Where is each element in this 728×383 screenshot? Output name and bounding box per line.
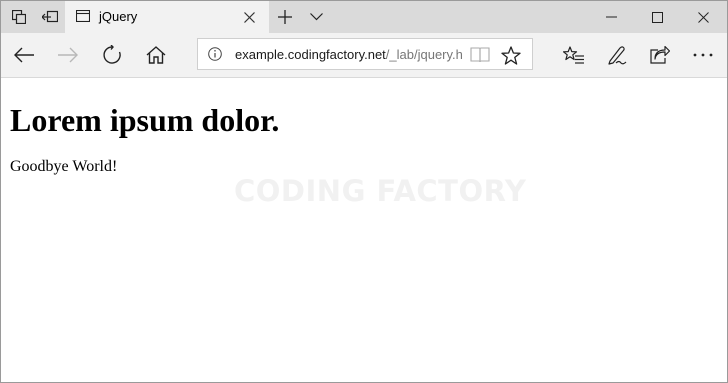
share-button[interactable] xyxy=(639,33,681,77)
page-paragraph: Goodbye World! xyxy=(10,158,118,175)
page-content: Lorem ipsum dolor. Goodbye World! CODING… xyxy=(1,78,727,382)
book-icon[interactable] xyxy=(470,46,490,64)
address-bar[interactable]: example.codingfactory.net/_lab/jquery.ht xyxy=(197,38,533,70)
url-text[interactable]: example.codingfactory.net/_lab/jquery.ht xyxy=(235,47,463,63)
tab-title: jQuery xyxy=(99,9,138,24)
refresh-button[interactable] xyxy=(90,33,134,77)
more-button[interactable] xyxy=(682,33,724,77)
new-tab-button[interactable] xyxy=(271,1,299,33)
navigation-toolbar: example.codingfactory.net/_lab/jquery.ht xyxy=(1,33,727,78)
maximize-button[interactable] xyxy=(634,1,680,33)
tab-jquery[interactable]: jQuery xyxy=(65,1,269,33)
back-button[interactable] xyxy=(2,33,46,77)
favorites-hub-button[interactable] xyxy=(553,33,595,77)
share-icon xyxy=(650,46,670,64)
refresh-icon xyxy=(102,45,122,65)
info-icon[interactable] xyxy=(208,47,222,61)
star-icon xyxy=(501,45,521,65)
home-icon xyxy=(146,46,166,64)
watermark: CODING FACTORY xyxy=(234,174,527,208)
window-close-button[interactable] xyxy=(680,1,726,33)
url-host: example.codingfactory.net xyxy=(235,47,386,62)
browser-window: jQuery example.codingfactory.net/_lab/jq… xyxy=(0,0,728,383)
forward-arrow-icon xyxy=(58,47,78,63)
home-button[interactable] xyxy=(134,33,178,77)
back-arrow-icon xyxy=(14,47,34,63)
plus-icon xyxy=(278,10,292,24)
minimize-icon xyxy=(605,16,617,18)
pen-icon xyxy=(607,45,627,65)
tab-actions-icon xyxy=(12,10,26,24)
tab-actions-button[interactable] xyxy=(3,1,35,33)
tab-bar: jQuery xyxy=(1,1,727,33)
url-path: /_lab/jquery.ht xyxy=(385,47,463,62)
chevron-down-icon xyxy=(309,13,323,21)
set-aside-tabs-button[interactable] xyxy=(34,1,66,33)
more-icon xyxy=(693,53,713,57)
set-aside-tabs-icon xyxy=(42,10,58,24)
close-icon xyxy=(697,11,709,23)
maximize-icon xyxy=(651,11,663,23)
favorites-list-icon xyxy=(563,46,585,64)
close-icon xyxy=(243,11,255,23)
add-favorite-button[interactable] xyxy=(498,43,524,67)
tab-close-button[interactable] xyxy=(239,7,259,27)
page-heading: Lorem ipsum dolor. xyxy=(10,102,280,138)
tab-list-button[interactable] xyxy=(303,1,329,33)
notes-button[interactable] xyxy=(596,33,638,77)
forward-button[interactable] xyxy=(46,33,90,77)
page-icon xyxy=(76,10,90,22)
minimize-button[interactable] xyxy=(588,1,634,33)
